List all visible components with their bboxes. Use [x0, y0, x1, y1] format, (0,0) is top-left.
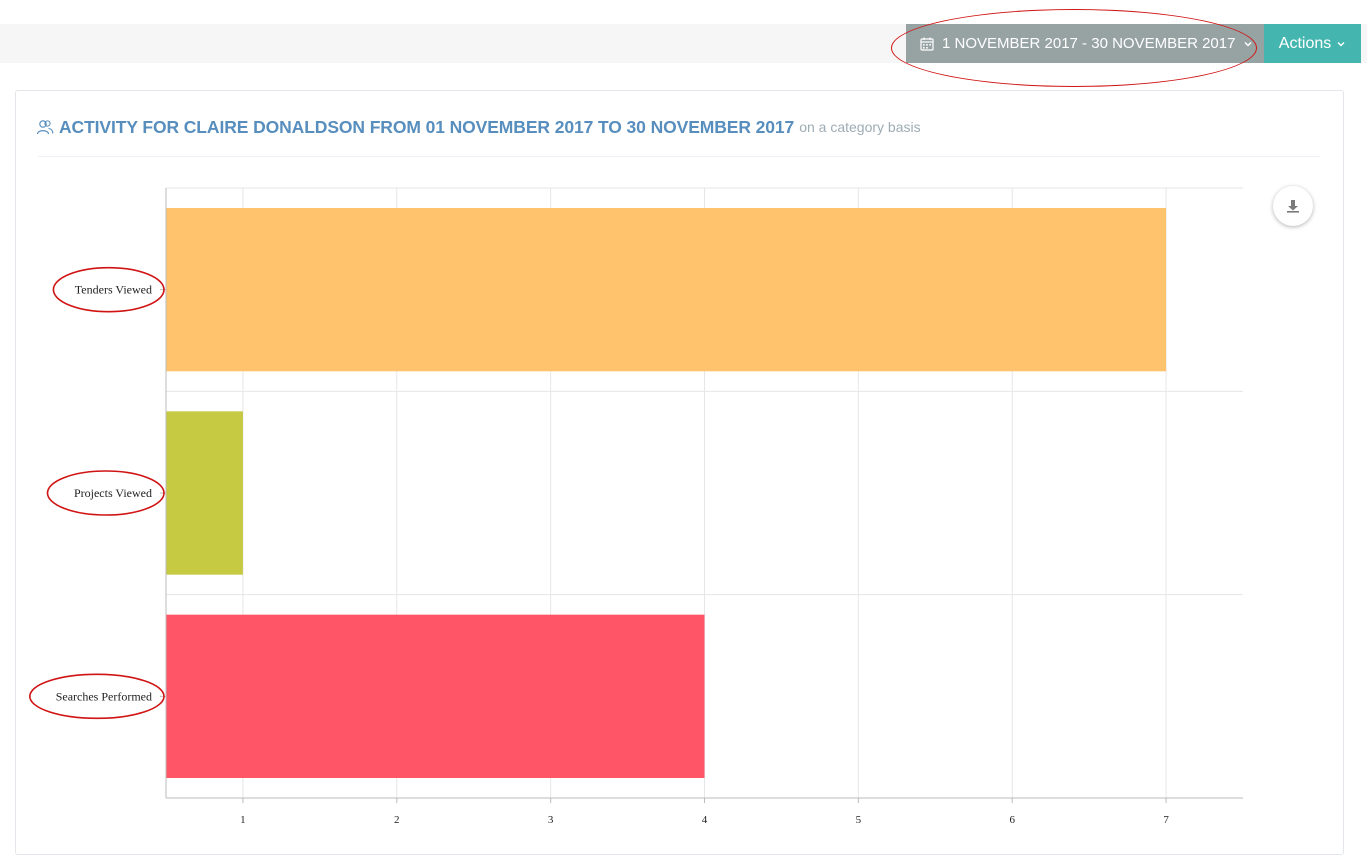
- x-tick-label: 3: [548, 814, 554, 826]
- category-label: Searches Performed: [56, 689, 152, 703]
- x-tick-label: 1: [240, 814, 246, 826]
- chart-export-button[interactable]: [1273, 186, 1313, 226]
- category-label: Projects Viewed: [74, 486, 152, 500]
- bar: [166, 208, 1167, 372]
- x-tick-label: 6: [1009, 814, 1015, 826]
- download-icon: [1286, 199, 1300, 213]
- x-tick-label: 7: [1163, 814, 1169, 826]
- x-tick-label: 4: [702, 814, 708, 826]
- bar: [166, 411, 243, 575]
- x-tick-label: 2: [394, 814, 400, 826]
- category-label: Tenders Viewed: [75, 283, 152, 297]
- x-tick-label: 5: [856, 814, 862, 826]
- bar: [166, 614, 705, 778]
- bar-chart: Tenders Viewed Projects Viewed Searches Pe…: [29, 187, 1243, 826]
